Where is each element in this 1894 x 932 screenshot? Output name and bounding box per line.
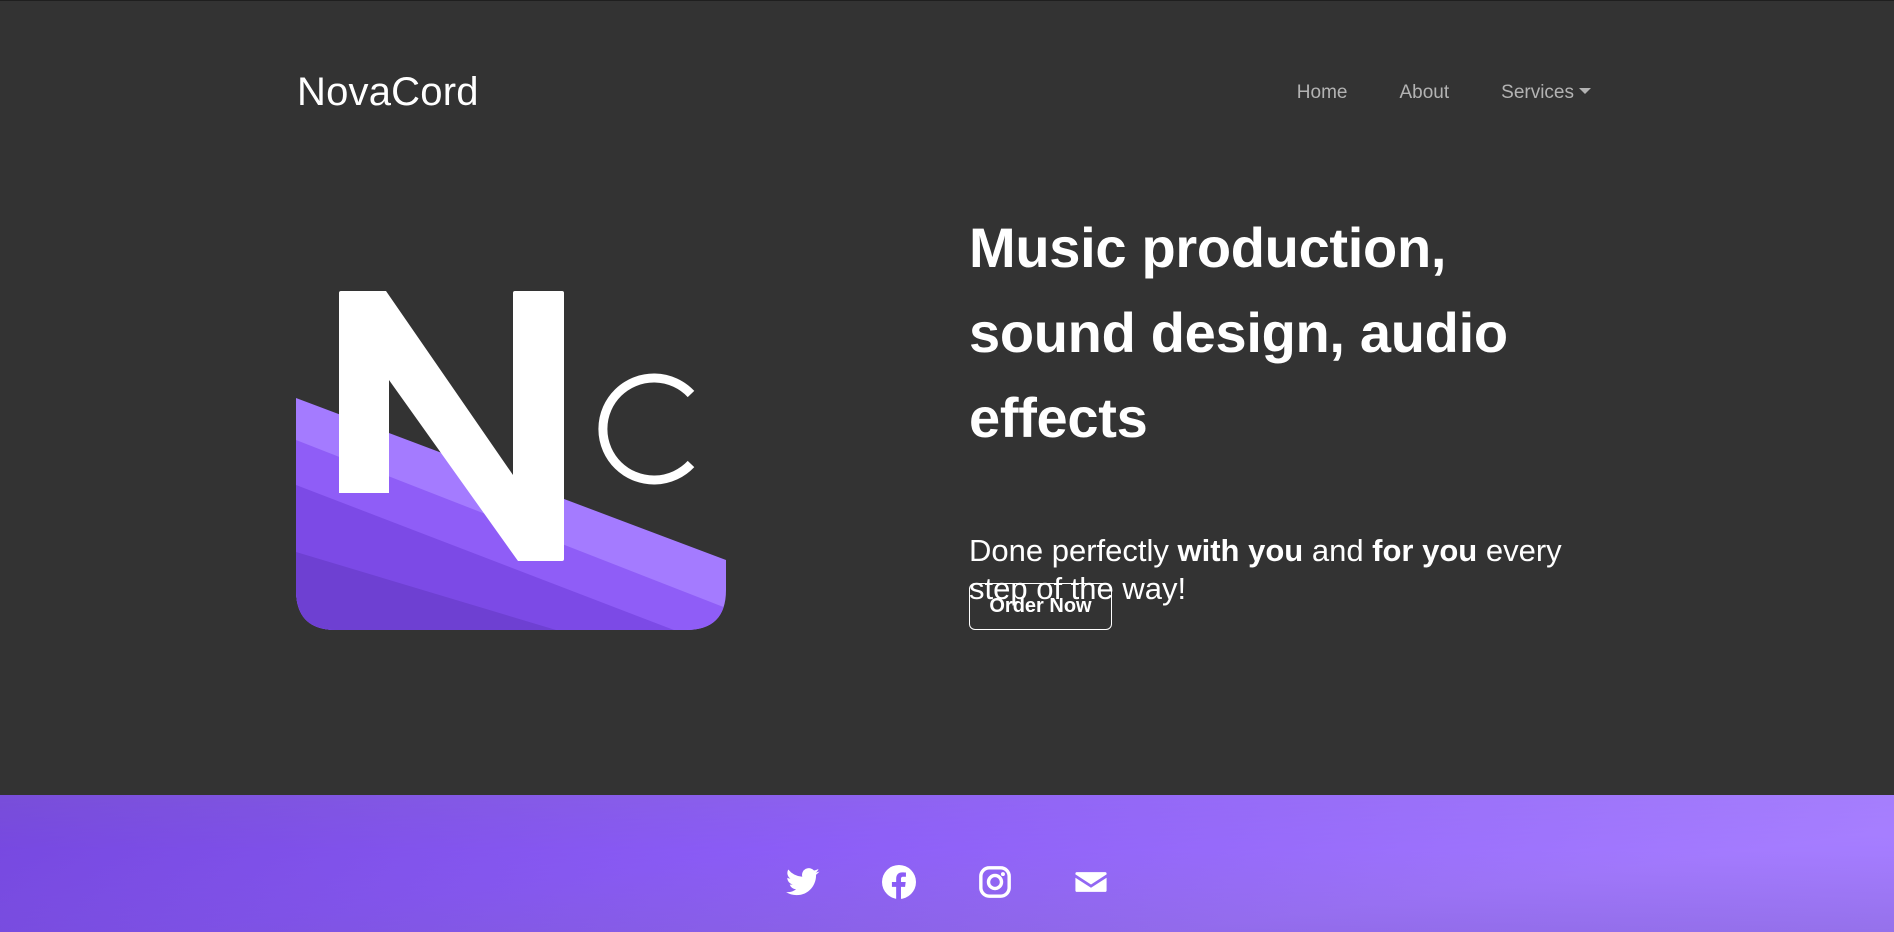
nav-dropdown-services[interactable]: Services — [1501, 82, 1591, 104]
subline-emphasis: with you — [1177, 533, 1304, 568]
page: NovaCord Home About Services Music produ… — [0, 0, 1894, 932]
subline-part: and — [1303, 533, 1373, 568]
nav-link-about[interactable]: About — [1399, 82, 1449, 104]
email-icon[interactable] — [1074, 865, 1108, 899]
nav-link-services-label: Services — [1501, 82, 1574, 103]
novacord-logo — [296, 290, 726, 630]
novacord-logo-graphic — [296, 291, 726, 630]
brand-logo-text[interactable]: NovaCord — [297, 70, 479, 115]
footer — [0, 795, 1894, 932]
hero-text: Music production, sound design, audio ef… — [969, 205, 1609, 608]
nav-link-home[interactable]: Home — [1297, 82, 1348, 104]
order-now-button[interactable]: Order Now — [969, 583, 1112, 630]
subline-part: Done perfectly — [969, 533, 1178, 568]
twitter-icon[interactable] — [786, 865, 820, 899]
social-links — [0, 865, 1894, 899]
instagram-icon[interactable] — [978, 865, 1012, 899]
footer-gradient-overlay — [0, 795, 1894, 932]
subline-emphasis: for you — [1372, 533, 1478, 568]
nav-links: Home About Services — [1245, 82, 1591, 104]
logo-letter-c — [598, 373, 695, 485]
hero-headline: Music production, sound design, audio ef… — [969, 216, 1508, 449]
navbar: NovaCord Home About Services — [0, 0, 1894, 186]
facebook-icon[interactable] — [882, 865, 916, 899]
caret-down-icon — [1579, 88, 1591, 94]
